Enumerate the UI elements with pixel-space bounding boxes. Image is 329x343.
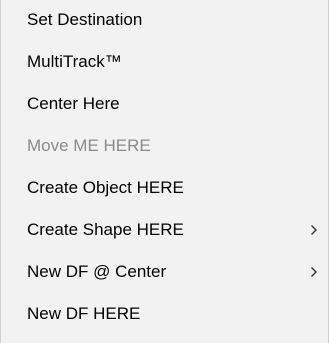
menu-item-new-df-at-center[interactable]: New DF @ Center <box>1 252 328 292</box>
chevron-right-icon <box>310 210 318 250</box>
context-menu: Set Destination MultiTrack™ Center Here … <box>0 0 329 343</box>
menu-item-label: Move ME HERE <box>27 136 151 155</box>
menu-item-label: MultiTrack™ <box>27 52 122 71</box>
menu-item-multitrack[interactable]: MultiTrack™ <box>1 42 328 82</box>
menu-item-label: Create Shape HERE <box>27 220 184 239</box>
menu-item-create-shape-here[interactable]: Create Shape HERE <box>1 210 328 250</box>
menu-item-label: Set Destination <box>27 10 143 29</box>
menu-item-label: New DF @ Center <box>27 262 167 281</box>
menu-item-label: Create Object HERE <box>27 178 184 197</box>
menu-item-move-me-here: Move ME HERE <box>1 126 328 166</box>
menu-item-label: New DF HERE <box>27 304 141 323</box>
menu-item-new-df-here[interactable]: New DF HERE <box>1 294 328 334</box>
menu-item-label: Center Here <box>27 94 120 113</box>
menu-item-set-destination[interactable]: Set Destination <box>1 0 328 40</box>
menu-item-center-here[interactable]: Center Here <box>1 84 328 124</box>
chevron-right-icon <box>310 252 318 292</box>
menu-item-create-object-here[interactable]: Create Object HERE <box>1 168 328 208</box>
